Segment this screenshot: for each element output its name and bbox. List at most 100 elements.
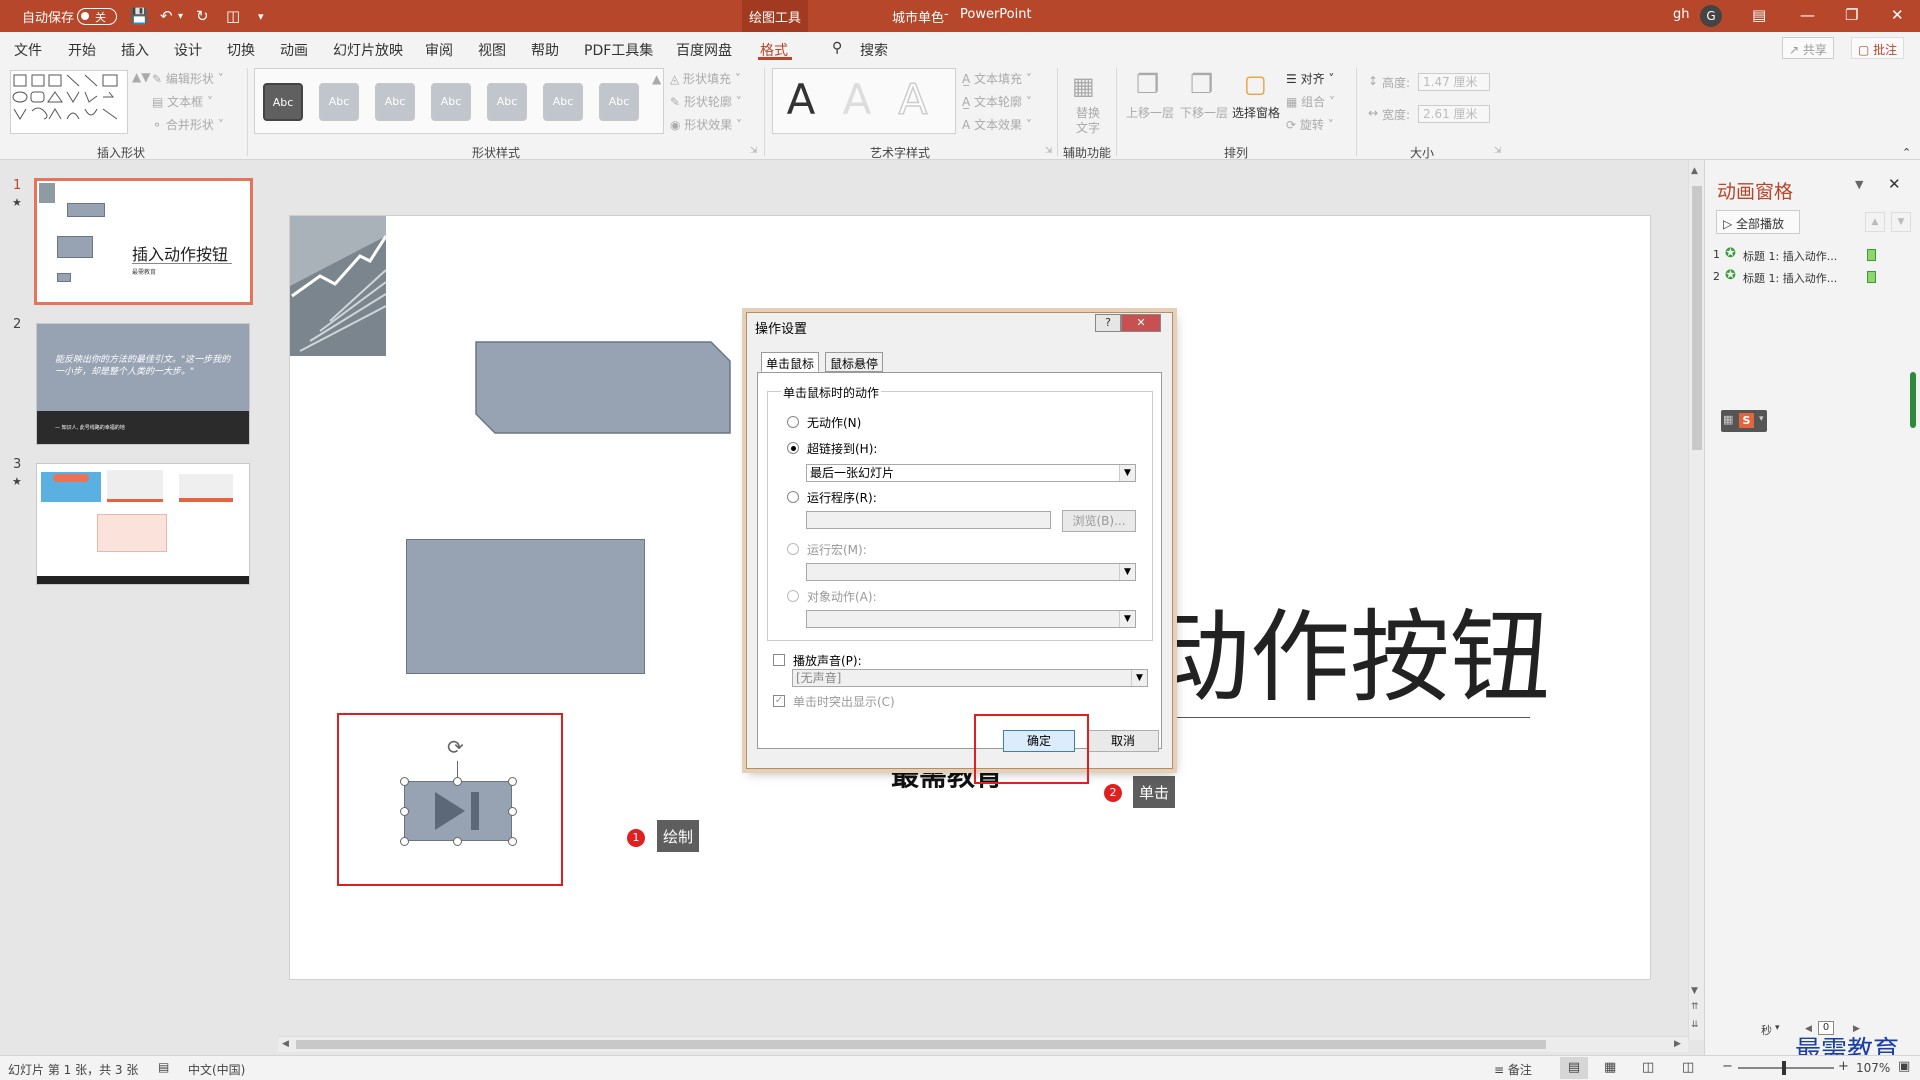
group-button[interactable]: ▦ 组合 ˅	[1286, 93, 1335, 110]
tab-baidu-netdisk[interactable]: 百度网盘	[676, 40, 732, 60]
alt-text-icon[interactable]: ▦	[1072, 72, 1095, 100]
shape-style-3[interactable]: Abc	[375, 83, 415, 121]
tab-file[interactable]: 文件	[14, 40, 42, 60]
tab-home[interactable]: 开始	[68, 40, 96, 60]
zoom-in-icon[interactable]: +	[1838, 1059, 1849, 1074]
avatar[interactable]: G	[1700, 5, 1722, 27]
radio-hyperlink[interactable]	[787, 442, 799, 454]
slide-sorter-icon[interactable]: ▦	[1604, 1060, 1616, 1075]
present-icon[interactable]: ◫	[226, 7, 240, 25]
customize-qat-icon[interactable]: ▾	[258, 10, 264, 23]
send-backward-label[interactable]: 下移一层	[1180, 104, 1228, 121]
height-input[interactable]: 1.47 厘米	[1418, 73, 1490, 91]
shape-style-4[interactable]: Abc	[431, 83, 471, 121]
slide-thumbnail-1[interactable]: 插入动作按钮 最需教育	[34, 178, 253, 305]
zoom-slider-thumb[interactable]	[1782, 1061, 1786, 1075]
notes-button[interactable]: ≡ 备注	[1494, 1061, 1532, 1078]
tab-mouse-click[interactable]: 单击鼠标	[761, 352, 820, 372]
alt-text-label-2[interactable]: 文字	[1076, 119, 1100, 136]
normal-view-icon[interactable]: ▤	[1560, 1057, 1588, 1079]
shape-style-5[interactable]: Abc	[487, 83, 527, 121]
rotation-handle-icon[interactable]: ⟳	[447, 735, 464, 759]
resize-handle[interactable]	[508, 837, 517, 846]
language-indicator[interactable]: 中文(中国)	[188, 1061, 245, 1078]
wordart-style-3[interactable]: A	[889, 75, 937, 125]
hyperlink-select[interactable]: 最后一张幻灯片 ▼	[806, 464, 1136, 482]
more-shapes-icon[interactable]: ▲▼	[132, 70, 150, 84]
run-program-label[interactable]: 运行程序(R):	[807, 489, 877, 506]
tab-transitions[interactable]: 切换	[227, 40, 255, 60]
tab-pdf-tools[interactable]: PDF工具集	[584, 40, 653, 60]
shapes-gallery[interactable]	[10, 70, 128, 134]
resize-handle[interactable]	[400, 777, 409, 786]
minimize-icon[interactable]: —	[1800, 6, 1815, 24]
wordart-launcher-icon[interactable]: ⇲	[1045, 146, 1053, 156]
cancel-button[interactable]: 取消	[1087, 730, 1159, 752]
bring-forward-label[interactable]: 上移一层	[1126, 104, 1174, 121]
resize-handle[interactable]	[508, 777, 517, 786]
spellcheck-icon[interactable]: ▤	[158, 1060, 169, 1074]
rectangle-shape[interactable]	[406, 539, 645, 674]
user-name[interactable]: gh	[1673, 7, 1690, 22]
action-button-last[interactable]	[404, 781, 512, 841]
slide-title[interactable]: 动作按钮	[1150, 576, 1550, 721]
autosave-toggle[interactable]: 关	[77, 8, 117, 25]
close-window-icon[interactable]: ✕	[1891, 6, 1904, 24]
pane-options-icon[interactable]: ▼	[1855, 178, 1863, 191]
horizontal-scrollbar[interactable]: ◀ ▶	[278, 1036, 1688, 1052]
no-action-label[interactable]: 无动作(N)	[807, 414, 861, 431]
object-action-select[interactable]: ▼	[806, 610, 1136, 628]
send-backward-icon[interactable]: ❐	[1190, 70, 1213, 100]
undo-icon[interactable]: ↶	[160, 7, 173, 25]
ime-toolbar[interactable]: ▦ S ▾	[1721, 410, 1767, 432]
tab-design[interactable]: 设计	[174, 40, 202, 60]
next-slide-icon[interactable]: ⇊	[1691, 1020, 1699, 1030]
size-launcher-icon[interactable]: ⇲	[1494, 146, 1502, 156]
resize-handle[interactable]	[508, 807, 517, 816]
radio-no-action[interactable]	[787, 416, 799, 428]
shape-effects-button[interactable]: ◉ 形状效果 ˅	[670, 116, 742, 133]
shape-fill-button[interactable]: ◬ 形状填充 ˅	[670, 70, 741, 87]
resize-handle[interactable]	[453, 837, 462, 846]
macro-select[interactable]: ▼	[806, 563, 1136, 581]
tab-help[interactable]: 帮助	[531, 40, 559, 60]
shape-style-1[interactable]: Abc	[263, 83, 303, 121]
shape-style-2[interactable]: Abc	[319, 83, 359, 121]
dialog-close-button[interactable]: ✕	[1121, 314, 1161, 332]
stairs-photo[interactable]	[290, 216, 386, 356]
slide-thumbnail-3[interactable]	[36, 463, 250, 585]
shape-outline-button[interactable]: ✎ 形状轮廓 ˅	[670, 93, 742, 110]
scroll-down-icon[interactable]: ▼	[1691, 986, 1698, 996]
scroll-left-icon[interactable]: ◀	[282, 1039, 289, 1049]
bring-forward-icon[interactable]: ❐	[1136, 70, 1159, 100]
comments-button[interactable]: ▢ 批注	[1851, 37, 1905, 59]
resize-handle[interactable]	[453, 777, 462, 786]
chevron-down-icon[interactable]: ▾	[1775, 1023, 1780, 1033]
shape-style-7[interactable]: Abc	[599, 83, 639, 121]
shape-styles-scroll-icon[interactable]: ▲	[652, 72, 661, 86]
move-down-icon[interactable]: ▼	[1891, 212, 1911, 232]
vertical-scrollbar[interactable]: ▲ ▼ ⇈ ⇊	[1688, 160, 1704, 1040]
slideshow-view-icon[interactable]: ◫	[1682, 1060, 1694, 1075]
redo-icon[interactable]: ↻	[196, 7, 209, 25]
shape-style-6[interactable]: Abc	[543, 83, 583, 121]
search-icon[interactable]: ⚲	[832, 40, 842, 56]
restore-icon[interactable]: ❐	[1845, 6, 1858, 24]
close-icon[interactable]: ✕	[1888, 175, 1901, 193]
rotate-button[interactable]: ⟳ 旋转 ˅	[1286, 116, 1334, 133]
text-box-button[interactable]: ▤ 文本框 ˅	[152, 93, 213, 110]
selection-pane-label[interactable]: 选择窗格	[1232, 104, 1280, 121]
resize-handle[interactable]	[400, 837, 409, 846]
scrollbar-thumb[interactable]	[296, 1040, 1546, 1049]
text-fill-button[interactable]: A̲ 文本填充 ˅	[962, 70, 1032, 87]
highlight-click-checkbox[interactable]: ✓	[773, 695, 785, 707]
resize-handle[interactable]	[400, 807, 409, 816]
shape-styles-launcher-icon[interactable]: ⇲	[750, 146, 758, 156]
seconds-label[interactable]: 秒	[1761, 1022, 1772, 1038]
tab-view[interactable]: 视图	[478, 40, 506, 60]
previous-slide-icon[interactable]: ⇈	[1691, 1002, 1699, 1012]
tab-review[interactable]: 审阅	[425, 40, 453, 60]
scroll-up-icon[interactable]: ▲	[1691, 166, 1698, 176]
play-sound-label[interactable]: 播放声音(P):	[793, 652, 862, 669]
search-label[interactable]: 搜索	[860, 40, 888, 60]
